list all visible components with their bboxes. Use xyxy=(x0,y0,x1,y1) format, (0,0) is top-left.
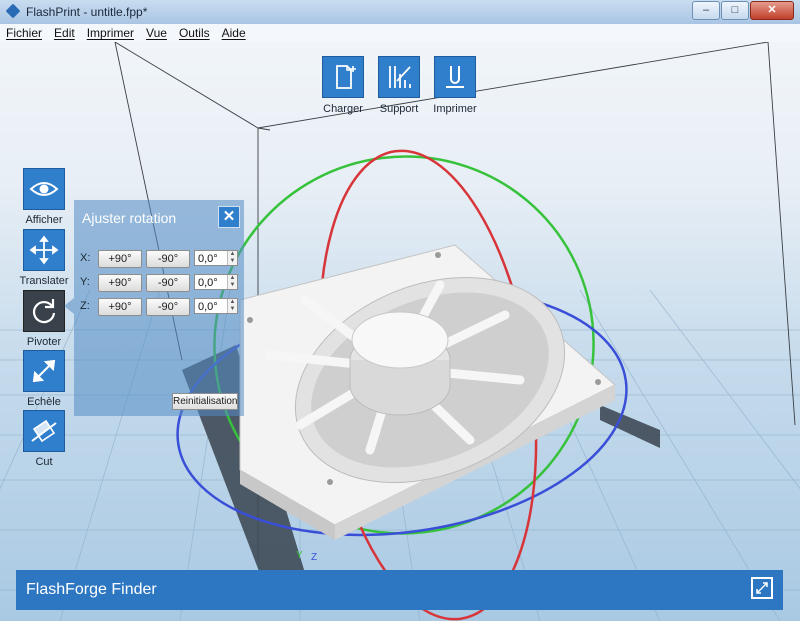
menu-aide[interactable]: Aide xyxy=(216,24,252,42)
maximize-button[interactable]: □ xyxy=(721,1,749,20)
y-plus-90-button[interactable]: +90° xyxy=(98,274,142,292)
rotation-panel: Ajuster rotation ✕ X: +90° -90° 0,0° ▲ ▼ Y… xyxy=(74,200,244,416)
printer-name: FlashForge Finder xyxy=(26,581,157,598)
print-label: Imprimer xyxy=(433,103,477,115)
3d-viewport[interactable]: Charger Support Imprimer Afficher Transl… xyxy=(0,42,800,621)
scale-button[interactable]: Echèle xyxy=(17,350,71,408)
support-icon xyxy=(378,56,420,98)
panel-title: Ajuster rotation xyxy=(82,210,177,226)
load-file-icon xyxy=(322,56,364,98)
axis-label-y: Y: xyxy=(80,276,90,288)
axis-label-x: X: xyxy=(80,252,91,264)
cut-icon xyxy=(23,410,65,452)
x-plus-90-button[interactable]: +90° xyxy=(98,250,142,268)
printer-status-bar: FlashForge Finder xyxy=(16,570,783,610)
scale-label: Echèle xyxy=(27,396,61,408)
z-minus-90-button[interactable]: -90° xyxy=(146,298,190,316)
menu-edit[interactable]: Edit xyxy=(48,24,81,42)
spinner-arrows-icon[interactable]: ▲ ▼ xyxy=(227,275,237,289)
move-icon xyxy=(23,229,65,271)
fit-view-icon[interactable] xyxy=(751,577,773,599)
panel-pointer xyxy=(64,298,74,314)
menu-bar: Fichier Edit Imprimer Vue Outils Aide xyxy=(0,24,800,43)
view-button[interactable]: Afficher xyxy=(17,168,71,226)
view-label: Afficher xyxy=(25,214,63,226)
spinner-arrows-icon[interactable]: ▲ ▼ xyxy=(227,251,237,265)
cut-label: Cut xyxy=(35,456,53,468)
support-button[interactable]: Support xyxy=(369,56,429,115)
menu-vue[interactable]: Vue xyxy=(140,24,173,42)
load-button[interactable]: Charger xyxy=(313,56,373,115)
move-label: Translater xyxy=(19,275,69,287)
y-minus-90-button[interactable]: -90° xyxy=(146,274,190,292)
spinner-arrows-icon[interactable]: ▲ ▼ xyxy=(227,299,237,313)
print-button[interactable]: Imprimer xyxy=(425,56,485,115)
reset-rotation-button[interactable]: Reinitialisation xyxy=(172,393,238,410)
support-label: Support xyxy=(379,103,419,115)
menu-outils[interactable]: Outils xyxy=(173,24,216,42)
load-label: Charger xyxy=(323,103,363,115)
axis-label-z: Z: xyxy=(80,300,90,312)
rotate-label: Pivoter xyxy=(26,336,62,348)
rotate-button[interactable]: Pivoter xyxy=(17,290,71,348)
z-plus-90-button[interactable]: +90° xyxy=(98,298,142,316)
y-rotation-input[interactable]: 0,0° ▲ ▼ xyxy=(194,274,238,290)
menu-fichier[interactable]: Fichier xyxy=(0,24,48,42)
window-title: FlashPrint - untitle.fpp* xyxy=(26,5,148,19)
app-icon xyxy=(5,3,21,19)
scale-icon xyxy=(23,350,65,392)
rotate-icon xyxy=(23,290,65,332)
axis-indicator-y: Y xyxy=(296,550,303,561)
minimize-button[interactable]: – xyxy=(692,1,720,20)
x-minus-90-button[interactable]: -90° xyxy=(146,250,190,268)
print-icon xyxy=(434,56,476,98)
z-rotation-input[interactable]: 0,0° ▲ ▼ xyxy=(194,298,238,314)
panel-close-button[interactable]: ✕ xyxy=(218,206,240,228)
move-button[interactable]: Translater xyxy=(17,229,71,287)
eye-icon xyxy=(23,168,65,210)
axis-indicator-z: Z xyxy=(311,552,318,563)
x-rotation-input[interactable]: 0,0° ▲ ▼ xyxy=(194,250,238,266)
menu-imprimer[interactable]: Imprimer xyxy=(81,24,140,42)
fan-model xyxy=(239,244,616,540)
close-window-button[interactable]: ✕ xyxy=(750,1,794,20)
title-bar: FlashPrint - untitle.fpp* – □ ✕ xyxy=(0,0,800,25)
cut-button[interactable]: Cut xyxy=(17,410,71,468)
